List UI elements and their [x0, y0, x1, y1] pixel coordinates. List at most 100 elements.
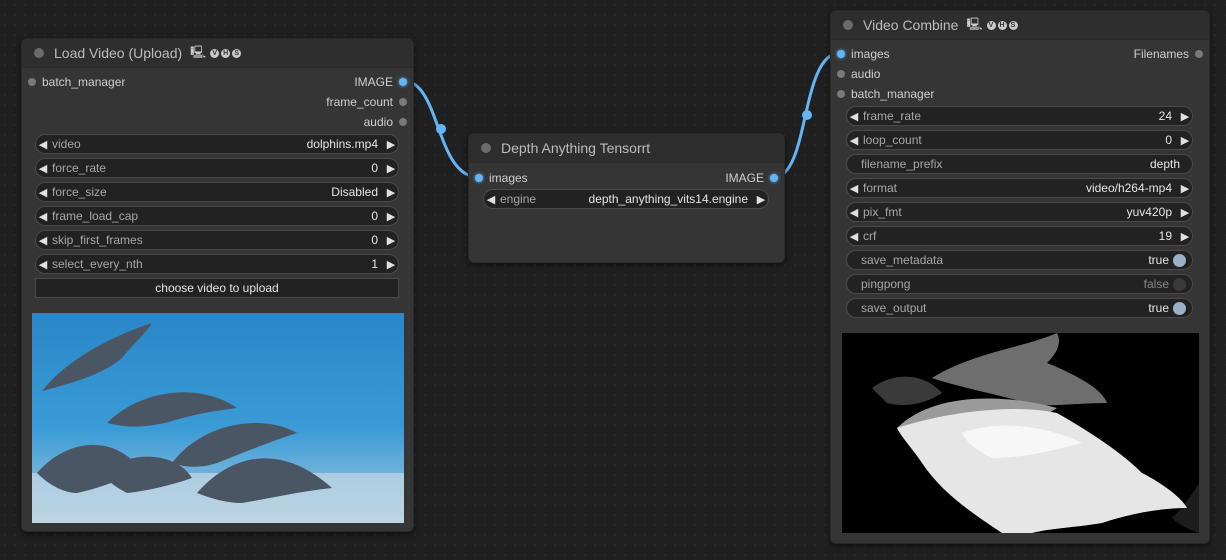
depth-anything-node[interactable]: Depth Anything Tensorrt images IMAGE ◀ e… — [468, 133, 785, 263]
arrow-right-icon[interactable]: ▶ — [1178, 206, 1192, 219]
widget-frame-load-cap[interactable]: ◀ frame_load_cap 0 ▶ — [35, 206, 399, 226]
slot-dot-icon[interactable] — [399, 118, 407, 126]
output-slot-image[interactable]: IMAGE — [725, 169, 778, 187]
arrow-right-icon[interactable]: ▶ — [384, 258, 398, 271]
toggle-save-metadata[interactable]: save_metadata true — [846, 250, 1193, 270]
arrow-left-icon[interactable]: ◀ — [36, 258, 50, 271]
computer-icon: 🖳 — [966, 16, 983, 31]
link-midpoint-dot[interactable] — [802, 110, 812, 120]
widget-value: false — [1143, 277, 1169, 291]
toggle-save-output[interactable]: save_output true — [846, 298, 1193, 318]
dolphins-preview-image — [32, 313, 404, 523]
output-slot-filenames[interactable]: Filenames — [1134, 45, 1203, 63]
widget-crf[interactable]: ◀ crf 19 ▶ — [846, 226, 1193, 246]
widget-value: 0 — [371, 233, 378, 247]
slot-dot-icon[interactable] — [770, 174, 778, 182]
slot-dot-icon[interactable] — [475, 174, 483, 182]
widget-filename-prefix[interactable]: filename_prefix depth — [846, 154, 1193, 174]
widget-select-every-nth[interactable]: ◀ select_every_nth 1 ▶ — [35, 254, 399, 274]
collapse-dot-icon[interactable] — [843, 20, 853, 30]
slot-label: images — [851, 47, 890, 61]
slot-dot-icon[interactable] — [399, 98, 407, 106]
output-slot-audio[interactable]: audio — [364, 113, 407, 131]
widget-video[interactable]: ◀ video dolphins.mp4 ▶ — [35, 134, 399, 154]
input-slot-images[interactable]: images — [475, 169, 528, 187]
collapse-dot-icon[interactable] — [34, 48, 44, 58]
arrow-left-icon[interactable]: ◀ — [36, 162, 50, 175]
output-slot-frame-count[interactable]: frame_count — [326, 93, 407, 111]
arrow-left-icon[interactable]: ◀ — [847, 182, 861, 195]
arrow-left-icon[interactable]: ◀ — [36, 210, 50, 223]
widget-value: 0 — [1165, 133, 1172, 147]
input-slot-images[interactable]: images — [837, 45, 890, 63]
arrow-right-icon[interactable]: ▶ — [384, 210, 398, 223]
node-title-bar[interactable]: Depth Anything Tensorrt — [469, 134, 784, 163]
widget-label: engine — [500, 192, 537, 206]
output-slot-image[interactable]: IMAGE — [354, 73, 407, 91]
widget-force-size[interactable]: ◀ force_size Disabled ▶ — [35, 182, 399, 202]
slot-label: images — [489, 171, 528, 185]
slot-dot-icon[interactable] — [837, 70, 845, 78]
widget-value: yuv420p — [1126, 205, 1172, 219]
arrow-right-icon[interactable]: ▶ — [1178, 134, 1192, 147]
link-midpoint-dot[interactable] — [436, 124, 446, 134]
arrow-right-icon[interactable]: ▶ — [384, 186, 398, 199]
arrow-right-icon[interactable]: ▶ — [1178, 110, 1192, 123]
widget-loop-count[interactable]: ◀ loop_count 0 ▶ — [846, 130, 1193, 150]
toggle-pingpong[interactable]: pingpong false — [846, 274, 1193, 294]
arrow-left-icon[interactable]: ◀ — [36, 138, 50, 151]
collapse-dot-icon[interactable] — [481, 143, 491, 153]
depth-map-preview-image — [842, 333, 1199, 533]
arrow-left-icon[interactable]: ◀ — [847, 134, 861, 147]
widget-label: select_every_nth — [52, 257, 143, 271]
widget-force-rate[interactable]: ◀ force_rate 0 ▶ — [35, 158, 399, 178]
arrow-left-icon[interactable]: ◀ — [36, 234, 50, 247]
node-title-bar[interactable]: Video Combine 🖳 V H S — [831, 11, 1209, 40]
widget-skip-first-frames[interactable]: ◀ skip_first_frames 0 ▶ — [35, 230, 399, 250]
slot-dot-icon[interactable] — [28, 78, 36, 86]
arrow-right-icon[interactable]: ▶ — [384, 162, 398, 175]
toggle-knob-icon[interactable] — [1173, 253, 1186, 267]
widget-format[interactable]: ◀ format video/h264-mp4 ▶ — [846, 178, 1193, 198]
arrow-right-icon[interactable]: ▶ — [754, 193, 768, 206]
slot-label: IMAGE — [725, 171, 764, 185]
arrow-right-icon[interactable]: ▶ — [384, 138, 398, 151]
widget-engine[interactable]: ◀ engine depth_anything_vits14.engine ▶ — [483, 189, 769, 209]
widget-label: loop_count — [863, 133, 922, 147]
arrow-left-icon[interactable]: ◀ — [847, 206, 861, 219]
computer-icon: 🖳 — [190, 44, 207, 59]
slot-dot-icon[interactable] — [1195, 50, 1203, 58]
widget-label: format — [863, 181, 898, 195]
slot-label: batch_manager — [851, 87, 935, 101]
slot-label: frame_count — [326, 95, 393, 109]
arrow-left-icon[interactable]: ◀ — [847, 110, 861, 123]
toggle-knob-icon[interactable] — [1173, 277, 1186, 291]
slot-dot-icon[interactable] — [837, 50, 845, 58]
arrow-right-icon[interactable]: ▶ — [384, 234, 398, 247]
slot-dot-icon[interactable] — [837, 90, 845, 98]
arrow-right-icon[interactable]: ▶ — [1178, 230, 1192, 243]
toggle-knob-icon[interactable] — [1173, 301, 1186, 315]
slot-dot-icon[interactable] — [399, 78, 407, 86]
node-title: Load Video (Upload) — [54, 45, 183, 61]
widget-value: depth — [1149, 157, 1180, 171]
widget-value: 0 — [371, 161, 378, 175]
node-title-bar[interactable]: Load Video (Upload) 🖳 V H S — [22, 39, 413, 68]
arrow-left-icon[interactable]: ◀ — [484, 193, 498, 206]
widget-frame-rate[interactable]: ◀ frame_rate 24 ▶ — [846, 106, 1193, 126]
widget-value: 19 — [1158, 229, 1172, 243]
video-preview — [32, 313, 404, 523]
arrow-left-icon[interactable]: ◀ — [847, 230, 861, 243]
choose-video-upload-button[interactable]: choose video to upload — [35, 278, 399, 298]
widget-pix-fmt[interactable]: ◀ pix_fmt yuv420p ▶ — [846, 202, 1193, 222]
widget-value: true — [1148, 253, 1169, 267]
arrow-left-icon[interactable]: ◀ — [36, 186, 50, 199]
input-slot-audio[interactable]: audio — [837, 65, 880, 83]
video-combine-node[interactable]: Video Combine 🖳 V H S images audio batch… — [830, 10, 1210, 544]
slot-label: batch_manager — [42, 75, 126, 89]
widget-label: save_output — [861, 301, 927, 315]
input-slot-batch-manager[interactable]: batch_manager — [837, 85, 934, 103]
input-slot-batch-manager[interactable]: batch_manager — [28, 73, 125, 91]
load-video-node[interactable]: Load Video (Upload) 🖳 V H S batch_manage… — [21, 38, 414, 532]
arrow-right-icon[interactable]: ▶ — [1178, 182, 1192, 195]
